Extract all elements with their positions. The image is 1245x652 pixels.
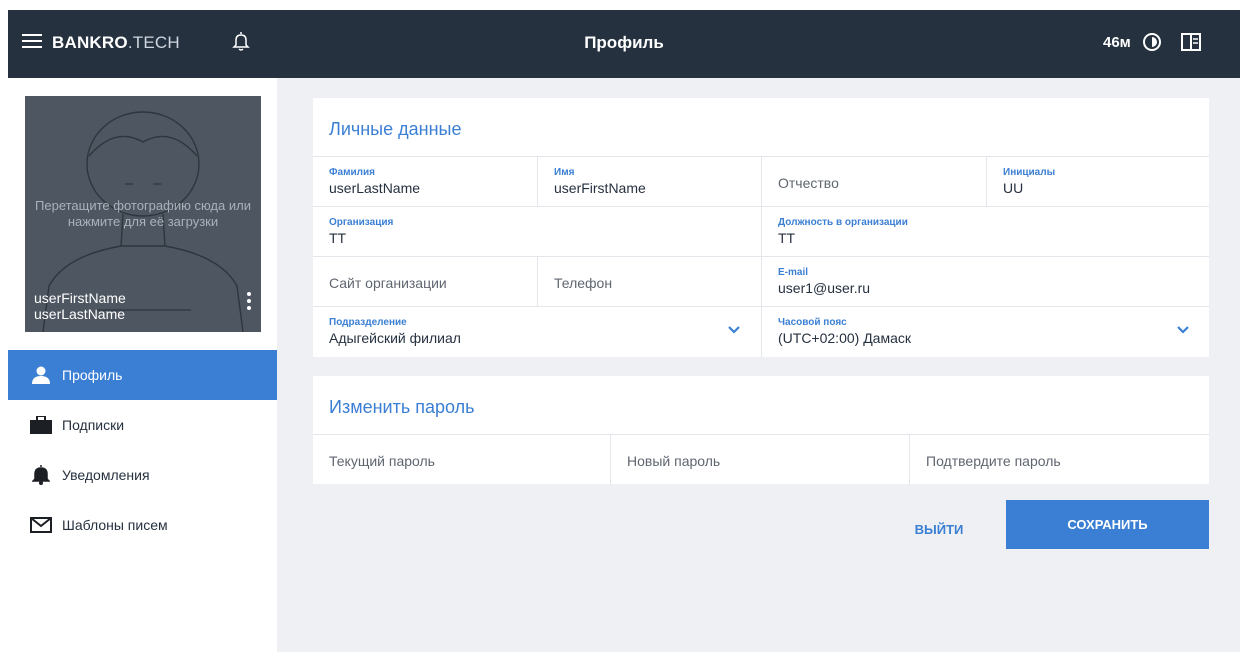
position-field[interactable]: Должность в организации ТТ — [762, 207, 1209, 257]
field-label: Фамилия — [329, 167, 375, 178]
field-label: Часовой пояс — [778, 317, 847, 328]
middle-name-field[interactable]: Отчество — [762, 157, 987, 207]
current-password-field[interactable]: Текущий пароль — [313, 435, 611, 485]
change-password-title: Изменить пароль — [329, 397, 475, 417]
initials-field[interactable]: Инициалы UU — [987, 157, 1209, 207]
field-label: Инициалы — [1003, 167, 1056, 178]
field-placeholder: Отчество — [778, 175, 839, 191]
form-row: Сайт организации Телефон E-mail user1@us… — [313, 256, 1209, 307]
notifications-bell-icon[interactable] — [232, 30, 250, 52]
form-row: Фамилия userLastName Имя userFirstName О… — [313, 156, 1209, 207]
field-placeholder: Текущий пароль — [329, 453, 435, 469]
email-field[interactable]: E-mail user1@user.ru — [762, 257, 1209, 307]
sidebar-item-notifications[interactable]: Уведомления — [8, 450, 277, 500]
field-label: Организация — [329, 217, 394, 228]
sidebar-item-profile[interactable]: Профиль — [8, 350, 277, 400]
save-button[interactable]: СОХРАНИТЬ — [1006, 500, 1209, 549]
timezone-select[interactable]: Часовой пояс (UTC+02:00) Дамаск — [762, 307, 1209, 357]
field-label: Подразделение — [329, 317, 407, 328]
user-icon — [30, 365, 52, 385]
sidebar-item-label: Уведомления — [62, 467, 150, 483]
logo-rest: .TECH — [127, 33, 180, 52]
field-value: (UTC+02:00) Дамаск — [778, 330, 911, 346]
field-label: Имя — [554, 167, 575, 178]
field-value: userFirstName — [554, 180, 646, 196]
photo-upload-hint: Перетащите фотографию сюда или нажмите д… — [35, 198, 251, 229]
department-select[interactable]: Подразделение Адыгейский филиал — [313, 307, 762, 357]
organization-site-field[interactable]: Сайт организации — [313, 257, 538, 307]
field-placeholder: Телефон — [554, 275, 613, 291]
field-value: UU — [1003, 180, 1024, 196]
personal-data-card: Личные данные Фамилия userLastName Имя u… — [313, 98, 1209, 357]
sidebar-item-subscriptions[interactable]: Подписки — [8, 400, 277, 450]
logout-button[interactable]: ВЫЙТИ — [904, 515, 974, 545]
form-row: Текущий пароль Новый пароль Подтвердите … — [313, 434, 1209, 485]
form-row: Подразделение Адыгейский филиал Часовой … — [313, 306, 1209, 357]
layout-icon[interactable] — [1180, 32, 1202, 52]
user-name-block: userFirstName userLastName — [25, 290, 261, 322]
photo-upload-area[interactable]: Перетащите фотографию сюда или нажмите д… — [25, 96, 261, 332]
briefcase-icon — [30, 415, 52, 435]
field-value: userLastName — [329, 180, 421, 196]
user-last-name: userLastName — [34, 306, 126, 322]
menu-icon[interactable] — [22, 34, 42, 52]
sidebar-item-label: Шаблоны писем — [62, 517, 168, 533]
sidebar-item-label: Профиль — [62, 367, 123, 383]
session-timer: 46м — [1103, 34, 1131, 51]
organization-field[interactable]: Организация ТТ — [313, 207, 762, 257]
change-password-card: Изменить пароль Текущий пароль Новый пар… — [313, 376, 1209, 485]
personal-data-title: Личные данные — [329, 119, 462, 139]
field-label: Должность в организации — [778, 217, 908, 228]
phone-field[interactable]: Телефон — [538, 257, 762, 307]
chevron-down-icon — [728, 326, 740, 334]
sidebar-nav: Профиль Подписки Уведомления Шаблоны пис… — [8, 350, 277, 550]
logo[interactable]: BANKRO.TECH — [52, 33, 180, 53]
chevron-down-icon — [1177, 326, 1189, 334]
bell-icon — [30, 465, 52, 485]
field-value: ТТ — [329, 230, 347, 246]
sidebar-item-label: Подписки — [62, 417, 125, 433]
theme-icon[interactable] — [1142, 32, 1162, 52]
field-placeholder: Новый пароль — [627, 453, 721, 469]
more-options-icon[interactable] — [245, 292, 253, 312]
confirm-password-field[interactable]: Подтвердите пароль — [910, 435, 1209, 485]
field-value: Адыгейский филиал — [329, 330, 461, 346]
page-title: Профиль — [584, 33, 664, 52]
last-name-field[interactable]: Фамилия userLastName — [313, 157, 538, 207]
envelope-icon — [30, 515, 52, 535]
field-value: user1@user.ru — [778, 280, 871, 296]
field-placeholder: Подтвердите пароль — [926, 453, 1061, 469]
field-placeholder: Сайт организации — [329, 275, 447, 291]
form-row: Организация ТТ Должность в организации Т… — [313, 206, 1209, 257]
sidebar-item-email-templates[interactable]: Шаблоны писем — [8, 500, 277, 550]
first-name-field[interactable]: Имя userFirstName — [538, 157, 762, 207]
app-frame: BANKRO.TECH Профиль 46м Перетащите фотог… — [8, 10, 1240, 652]
top-bar: BANKRO.TECH Профиль 46м — [8, 10, 1240, 78]
field-value: ТТ — [778, 230, 796, 246]
sidebar: Перетащите фотографию сюда или нажмите д… — [8, 78, 277, 652]
new-password-field[interactable]: Новый пароль — [611, 435, 910, 485]
user-first-name: userFirstName — [34, 290, 126, 306]
logo-bold: BANKRO — [52, 33, 128, 52]
field-label: E-mail — [778, 267, 809, 278]
